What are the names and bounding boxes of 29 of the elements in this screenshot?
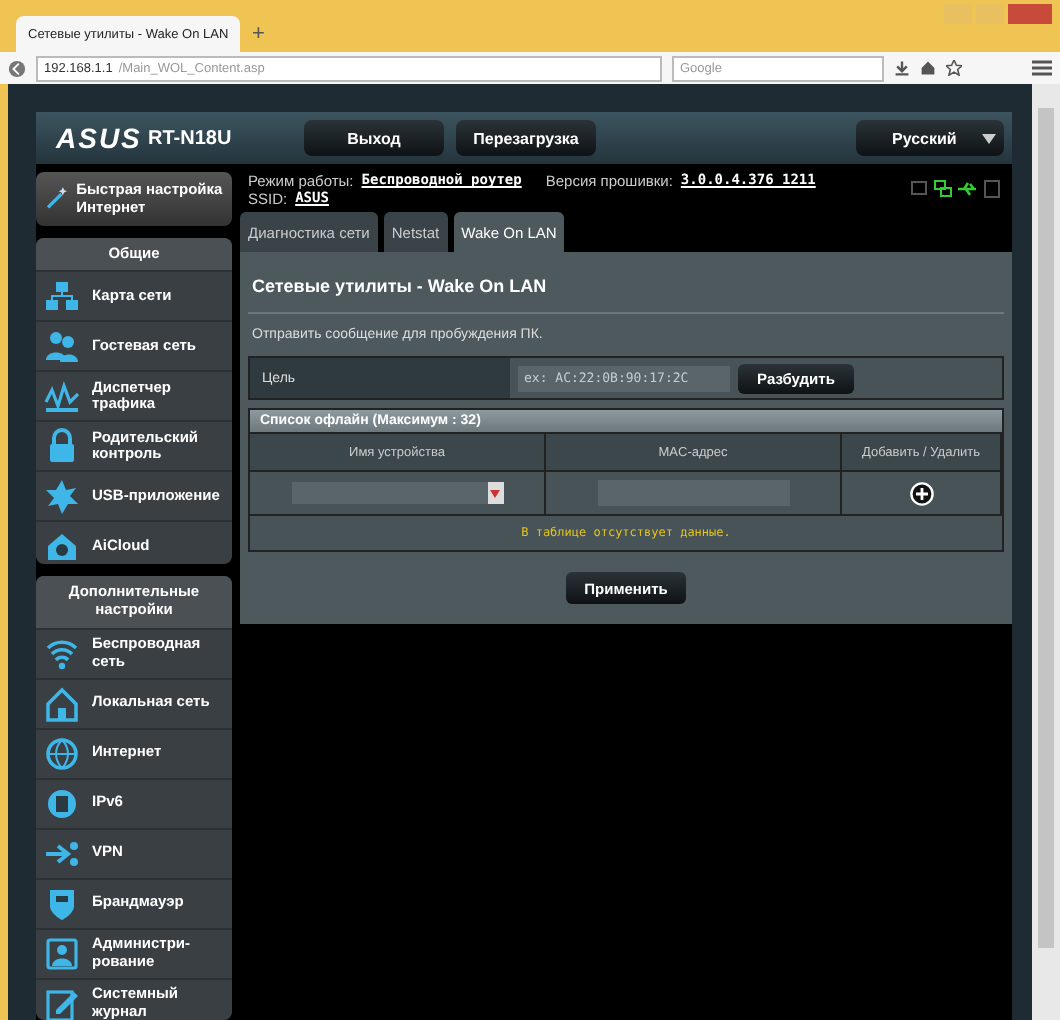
usb-icon[interactable] [958,180,978,198]
caret-icon [490,489,500,497]
graph-icon [44,378,80,415]
model-name: RT-N18U [148,127,234,149]
brand-logo: ASUS [56,122,136,154]
menu-icon[interactable] [1032,60,1052,76]
house-icon [44,528,80,565]
users-icon [44,328,80,365]
wifi-icon [44,635,80,672]
add-button[interactable] [909,481,933,505]
language-dropdown[interactable]: Русский [856,120,1004,156]
shield-icon [44,885,80,922]
network-icon [44,278,80,315]
network-icon[interactable] [934,180,952,198]
scrollbar-thumb[interactable] [1038,108,1054,948]
person-icon [44,935,80,972]
house-icon [44,685,80,722]
lock-icon [44,428,80,465]
download-icon[interactable] [894,60,910,76]
header-button[interactable]: Выход [304,120,444,156]
new-tab-button[interactable]: + [252,22,265,52]
header-button[interactable]: Перезагрузка [456,120,596,156]
notepad-icon [44,985,80,1020]
star-icon[interactable] [946,60,962,76]
back-icon[interactable] [8,59,26,77]
device-dropdown[interactable] [291,482,503,504]
panel-title: Сетевые утилиты - Wake On LAN [248,276,1004,314]
caret-icon [982,133,996,143]
home-icon[interactable] [920,60,936,76]
